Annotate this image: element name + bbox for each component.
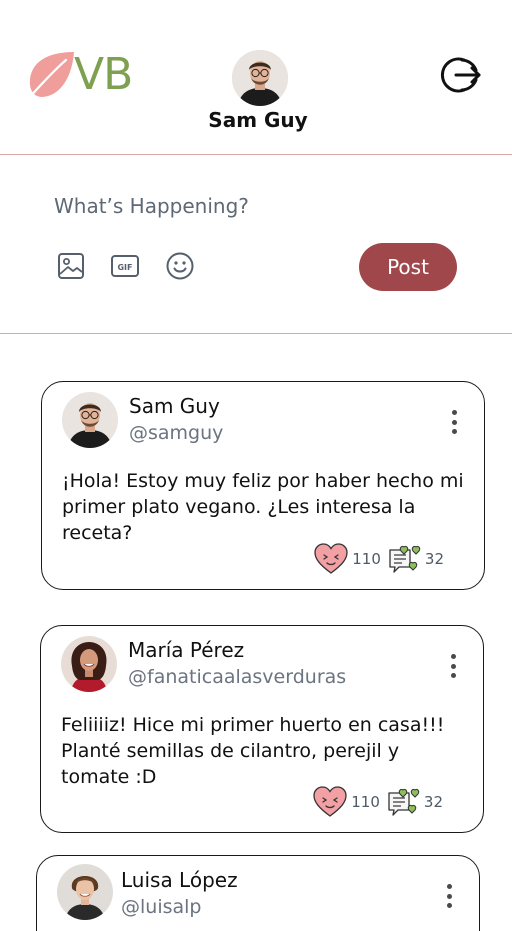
header-user-name: Sam Guy — [208, 108, 308, 132]
heart-face-icon — [313, 786, 347, 817]
post-card: Sam Guy @samguy ¡Hola! Estoy muy feliz p… — [41, 381, 485, 590]
post-text: Feliiiiz! Hice mi primer huerto en casa!… — [61, 714, 445, 788]
gif-icon: GIF — [111, 255, 139, 277]
logo-text: VB — [74, 49, 133, 100]
emoji-icon — [166, 252, 194, 280]
post-card: María Pérez @fanaticaalasverduras Feliii… — [40, 625, 484, 833]
user-avatar[interactable] — [232, 50, 288, 106]
leaf-icon — [26, 52, 74, 100]
more-options-button[interactable] — [437, 882, 461, 910]
like-count: 110 — [352, 550, 381, 568]
more-dot — [446, 893, 452, 899]
more-dot — [451, 410, 457, 415]
post-composer: GIF Post — [0, 156, 512, 334]
comment-button[interactable]: 32 — [386, 786, 443, 818]
more-options-button[interactable] — [441, 652, 465, 680]
add-gif-button[interactable]: GIF — [111, 252, 139, 280]
post-button[interactable]: Post — [359, 243, 457, 291]
logout-icon — [441, 57, 481, 93]
image-icon — [58, 253, 84, 279]
like-button[interactable]: 110 — [313, 786, 380, 818]
post-author-avatar[interactable] — [57, 864, 113, 920]
comment-bubbles-icon — [389, 545, 421, 573]
comment-button[interactable]: 32 — [387, 543, 444, 575]
more-dot — [446, 884, 452, 889]
more-dot — [451, 429, 457, 434]
post-author-handle: @fanaticaalasverduras — [128, 666, 347, 688]
comment-count: 32 — [423, 793, 443, 811]
more-dot — [451, 419, 457, 425]
more-dot — [450, 663, 456, 669]
svg-text:GIF: GIF — [117, 263, 132, 272]
post-author-name: María Pérez — [128, 638, 245, 662]
add-emoji-button[interactable] — [166, 252, 194, 280]
whats-happening-input[interactable] — [54, 194, 454, 218]
like-button[interactable]: 110 — [314, 543, 381, 575]
comment-count: 32 — [424, 550, 444, 568]
more-dot — [446, 903, 452, 908]
more-dot — [450, 673, 456, 678]
post-author-avatar[interactable] — [62, 392, 118, 448]
post-stats: 110 32 — [313, 786, 443, 818]
post-author-name: Luisa López — [121, 868, 238, 892]
heart-face-icon — [314, 543, 348, 574]
more-dot — [450, 654, 456, 659]
post-author-handle: @samguy — [129, 422, 224, 444]
add-image-button[interactable] — [57, 252, 85, 280]
logout-button[interactable] — [440, 54, 482, 96]
post-stats: 110 32 — [314, 543, 444, 575]
comment-bubbles-icon — [388, 788, 420, 816]
post-author-avatar[interactable] — [61, 636, 117, 692]
post-author-handle: @luisalp — [121, 896, 202, 918]
post-card: Luisa López @luisalp — [36, 855, 480, 931]
app-header: VB Sam Guy — [0, 0, 512, 155]
post-text: ¡Hola! Estoy muy feliz por haber hecho m… — [62, 470, 464, 544]
like-count: 110 — [351, 793, 380, 811]
post-author-name: Sam Guy — [129, 394, 220, 418]
more-options-button[interactable] — [442, 408, 466, 436]
app-logo[interactable]: VB — [26, 49, 133, 100]
